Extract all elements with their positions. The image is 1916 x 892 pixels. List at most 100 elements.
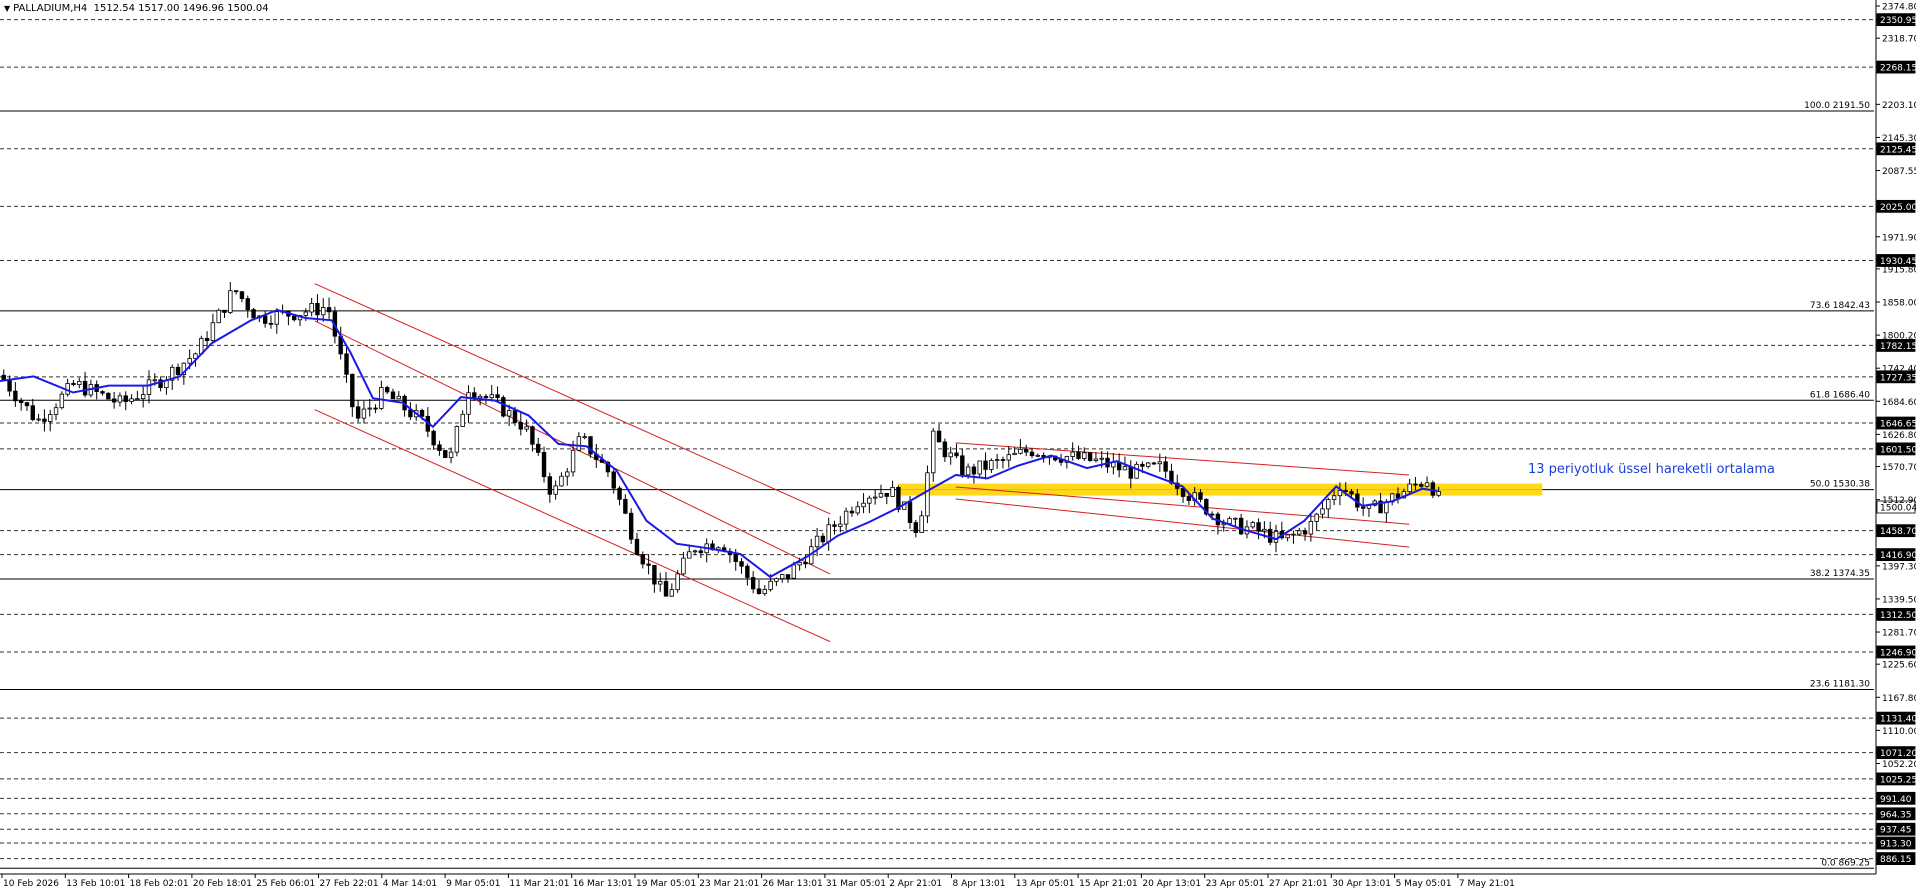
candle-body	[611, 471, 616, 489]
candle-body	[634, 538, 640, 555]
x-tick-label: 20 Feb 18:01	[193, 879, 252, 888]
x-tick-label: 10 Feb 2026	[3, 879, 59, 888]
candle-body	[640, 554, 645, 565]
y-tick-label: 1167.80	[1882, 694, 1916, 704]
candle-body	[489, 394, 494, 398]
candle-body	[431, 430, 436, 446]
y-tick-label: 1646.65	[1880, 420, 1916, 430]
ohlc-values: 1512.54 1517.00 1496.96 1500.04	[93, 3, 269, 14]
y-tick-label: 2374.80	[1882, 3, 1916, 13]
candle-body	[623, 498, 628, 514]
x-tick-label: 8 Apr 13:01	[953, 879, 1006, 888]
candle-body	[1070, 451, 1075, 457]
y-tick-label: 1626.80	[1882, 431, 1916, 441]
candle-body	[448, 451, 454, 458]
candle-body	[1087, 452, 1093, 461]
candle-body	[698, 550, 704, 554]
x-tick-label: 19 Mar 05:01	[636, 879, 696, 888]
x-tick-label: 30 Apr 13:01	[1332, 879, 1391, 888]
candle-body	[495, 394, 500, 398]
y-tick-label: 1782.15	[1880, 342, 1916, 352]
candle-body	[541, 452, 547, 478]
candle-body	[762, 589, 767, 594]
y-tick-label: 1570.70	[1882, 463, 1916, 473]
candle-body	[379, 387, 384, 409]
x-tick-label: 7 May 21:01	[1459, 879, 1515, 888]
y-tick-label: 2203.10	[1882, 101, 1916, 111]
chart-header: ▼ PALLADIUM,H4 1512.54 1517.00 1496.96 15…	[4, 3, 269, 14]
candle-body	[750, 577, 756, 590]
candle-body	[872, 496, 878, 499]
candle-body	[913, 522, 919, 533]
candle-body	[303, 311, 309, 316]
candle-body	[768, 580, 773, 590]
x-tick-label: 27 Apr 21:01	[1269, 879, 1328, 888]
y-tick-label: 1512.90	[1882, 496, 1916, 506]
candle-body	[803, 561, 808, 565]
candle-body	[1314, 513, 1319, 522]
candle-body	[1233, 517, 1238, 520]
x-tick-label: 4 Mar 14:01	[383, 879, 437, 888]
triangle-down-icon[interactable]: ▼	[4, 4, 10, 13]
price-chart[interactable]: 100.0 2191.50 73.6 1842.43 61.8 1686.40 50.…	[0, 0, 1916, 889]
x-tick-label: 18 Feb 02:01	[130, 879, 189, 888]
x-tick-label: 2 Apr 21:01	[889, 879, 942, 888]
y-tick-label: 1071.20	[1880, 749, 1916, 759]
candle-body	[1331, 495, 1337, 501]
candle-body	[1436, 491, 1441, 496]
ema-annotation: 13 periyotluk üssel hareketli ortalama	[1528, 462, 1776, 477]
candle-body	[460, 413, 465, 427]
chart-canvas[interactable]: 100.0 2191.50 73.6 1842.43 61.8 1686.40 50.…	[0, 0, 1916, 889]
candle-body	[780, 574, 785, 580]
candle-body	[18, 400, 24, 404]
candle-body	[843, 510, 849, 525]
candle-body	[907, 501, 913, 523]
candle-body	[268, 322, 274, 325]
y-tick-label: 1915.80	[1882, 265, 1916, 275]
candle-body	[350, 373, 355, 408]
x-tick-label: 9 Mar 05:01	[446, 879, 500, 888]
zone-rect	[897, 483, 1543, 496]
fib-label: 23.6 1181.30	[1810, 680, 1870, 690]
candle-body	[24, 402, 30, 407]
candle-body	[13, 390, 18, 402]
candle-body	[1157, 461, 1163, 465]
candle-body	[216, 309, 221, 324]
y-tick-label: 1684.60	[1882, 398, 1916, 408]
candle-body	[1302, 530, 1308, 535]
y-tick-label: 1281.70	[1882, 629, 1916, 639]
y-tick-label: 1416.90	[1880, 551, 1916, 561]
candle-body	[1082, 452, 1087, 459]
candle-body	[1238, 517, 1244, 535]
candle-body	[774, 578, 779, 582]
candle-body	[524, 426, 529, 430]
y-tick-label: 991.40	[1880, 795, 1912, 805]
x-tick-label: 31 Mar 05:01	[826, 879, 886, 888]
candle-body	[477, 395, 483, 399]
y-tick-label: 937.45	[1880, 826, 1912, 836]
candle-body	[309, 302, 314, 313]
candle-body	[1384, 501, 1389, 514]
candle-body	[1419, 484, 1424, 487]
candle-body	[1395, 493, 1401, 499]
y-tick-label: 886.15	[1880, 855, 1912, 865]
candle-body	[71, 382, 76, 386]
candle-body	[518, 422, 523, 430]
x-tick-label: 23 Apr 05:01	[1206, 879, 1265, 888]
candle-body	[454, 426, 460, 453]
candle-body	[663, 581, 669, 597]
candle-body	[675, 573, 680, 591]
candle-body	[233, 290, 239, 293]
x-tick-label: 16 Mar 13:01	[573, 879, 633, 888]
fib-label: 61.8 1686.40	[1810, 390, 1870, 400]
candle-body	[1006, 454, 1011, 461]
candle-body	[1407, 483, 1412, 493]
candle-body	[443, 450, 448, 458]
candle-body	[785, 574, 791, 579]
candle-body	[344, 353, 349, 375]
candle-body	[1227, 518, 1232, 525]
candle-body	[861, 502, 866, 508]
y-tick-label: 2350.95	[1880, 16, 1916, 26]
fib-label: 38.2 1374.35	[1810, 569, 1870, 579]
candle-body	[390, 391, 396, 400]
